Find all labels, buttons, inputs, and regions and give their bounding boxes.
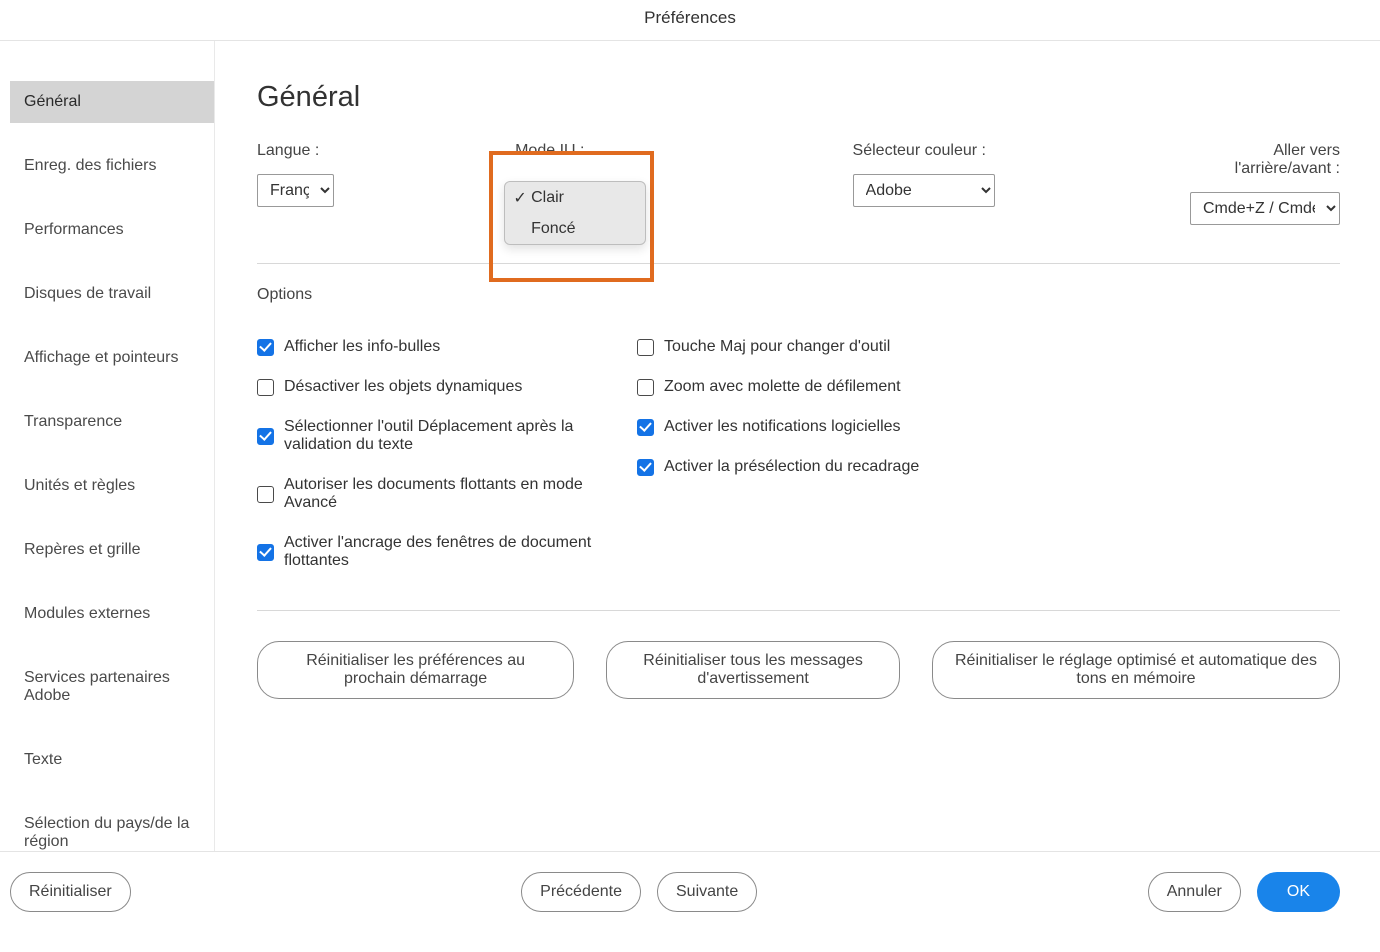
- option-dock-floating-windows[interactable]: Activer l'ancrage des fenêtres de docume…: [257, 534, 617, 570]
- option-disable-smart-objects[interactable]: Désactiver les objets dynamiques: [257, 378, 617, 396]
- colorpicker-select[interactable]: Adobe: [853, 174, 995, 207]
- checkbox-icon: [637, 459, 654, 476]
- option-label: Zoom avec molette de défilement: [664, 378, 901, 396]
- option-select-move-after-text[interactable]: Sélectionner l'outil Déplacement après l…: [257, 418, 617, 454]
- divider: [257, 263, 1340, 264]
- language-select[interactable]: Françai…: [257, 174, 334, 207]
- sidebar-item-plugins[interactable]: Modules externes: [10, 593, 214, 635]
- sidebar-item-display-cursors[interactable]: Affichage et pointeurs: [10, 337, 214, 379]
- uimode-option-fonce[interactable]: Foncé: [505, 214, 645, 244]
- option-label: Sélectionner l'outil Déplacement après l…: [284, 418, 617, 454]
- uimode-label: Mode IU :: [515, 142, 832, 160]
- sidebar: Général Enreg. des fichiers Performances…: [0, 41, 215, 851]
- option-floating-docs-advanced[interactable]: Autoriser les documents flottants en mod…: [257, 476, 617, 512]
- sidebar-item-units-rulers[interactable]: Unités et règles: [10, 465, 214, 507]
- checkbox-icon: [257, 544, 274, 561]
- ok-button[interactable]: OK: [1257, 872, 1340, 912]
- options-title: Options: [257, 286, 1340, 304]
- sidebar-item-file-save[interactable]: Enreg. des fichiers: [10, 145, 214, 187]
- reset-tone-button[interactable]: Réinitialiser le réglage optimisé et aut…: [932, 641, 1340, 699]
- option-label: Autoriser les documents flottants en mod…: [284, 476, 617, 512]
- uimode-option-label: Clair: [531, 189, 564, 207]
- sidebar-item-scratch-disks[interactable]: Disques de travail: [10, 273, 214, 315]
- checkbox-icon: [637, 379, 654, 396]
- previous-button[interactable]: Précédente: [521, 872, 641, 912]
- checkbox-icon: [637, 419, 654, 436]
- option-shift-tool-switch[interactable]: Touche Maj pour changer d'outil: [637, 338, 919, 356]
- sidebar-item-transparency[interactable]: Transparence: [10, 401, 214, 443]
- option-label: Activer la présélection du recadrage: [664, 458, 919, 476]
- option-software-notifications[interactable]: Activer les notifications logicielles: [637, 418, 919, 436]
- language-label: Langue :: [257, 142, 495, 160]
- option-label: Afficher les info-bulles: [284, 338, 440, 356]
- checkbox-icon: [257, 379, 274, 396]
- uimode-option-clair[interactable]: ✓ Clair: [505, 182, 645, 214]
- sidebar-item-performance[interactable]: Performances: [10, 209, 214, 251]
- uimode-option-label: Foncé: [531, 220, 575, 238]
- colorpicker-label: Sélecteur couleur :: [853, 142, 1170, 160]
- sidebar-item-adobe-partner[interactable]: Services partenaires Adobe: [10, 657, 214, 717]
- undo-label: Aller vers l'arrière/avant :: [1190, 142, 1340, 178]
- cancel-button[interactable]: Annuler: [1148, 872, 1241, 912]
- section-heading: Général: [257, 81, 1340, 114]
- next-button[interactable]: Suivante: [657, 872, 757, 912]
- reset-warnings-button[interactable]: Réinitialiser tous les messages d'averti…: [606, 641, 900, 699]
- option-tooltips[interactable]: Afficher les info-bulles: [257, 338, 617, 356]
- uimode-dropdown: ✓ Clair Foncé: [504, 181, 646, 245]
- reset-prefs-button[interactable]: Réinitialiser les préférences au prochai…: [257, 641, 574, 699]
- sidebar-item-guides-grid[interactable]: Repères et grille: [10, 529, 214, 571]
- option-label: Désactiver les objets dynamiques: [284, 378, 522, 396]
- checkbox-icon: [257, 339, 274, 356]
- undo-select[interactable]: Cmde+Z / Cmde+Y: [1190, 192, 1340, 225]
- sidebar-item-text[interactable]: Texte: [10, 739, 214, 781]
- option-crop-preselection[interactable]: Activer la présélection du recadrage: [637, 458, 919, 476]
- sidebar-item-general[interactable]: Général: [10, 81, 214, 123]
- reset-button[interactable]: Réinitialiser: [10, 872, 131, 912]
- check-icon: ✓: [513, 188, 527, 208]
- dialog-title: Préférences: [0, 0, 1380, 41]
- option-scroll-zoom[interactable]: Zoom avec molette de défilement: [637, 378, 919, 396]
- sidebar-item-country-region[interactable]: Sélection du pays/de la région: [10, 803, 214, 851]
- checkbox-icon: [257, 486, 274, 503]
- divider: [257, 610, 1340, 611]
- option-label: Touche Maj pour changer d'outil: [664, 338, 890, 356]
- option-label: Activer les notifications logicielles: [664, 418, 901, 436]
- option-label: Activer l'ancrage des fenêtres de docume…: [284, 534, 617, 570]
- checkbox-icon: [257, 428, 274, 445]
- checkbox-icon: [637, 339, 654, 356]
